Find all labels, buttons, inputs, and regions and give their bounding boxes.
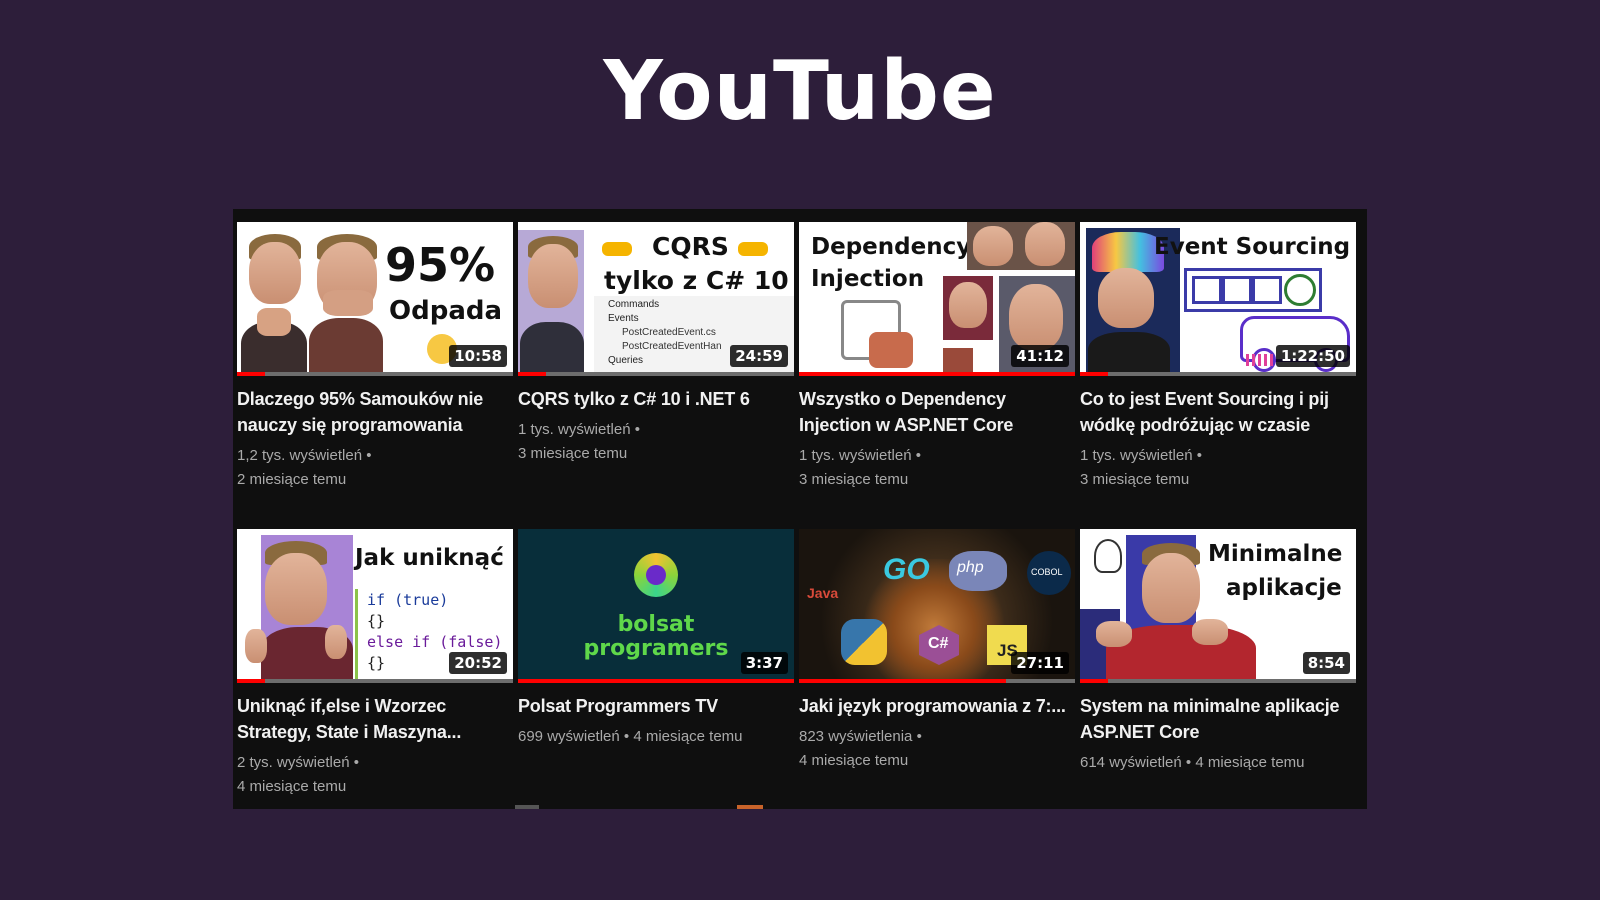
view-count: 1 tys. wyświetleń <box>1080 447 1193 464</box>
progress-bar <box>237 679 513 683</box>
video-thumbnail[interactable]: CQRS tylko z C# 10 Commands Events PostC… <box>518 222 794 376</box>
video-title[interactable]: Uniknąć if,else i Wzorzec Strategy, Stat… <box>237 693 513 745</box>
video-thumbnail[interactable]: Java GO php COBOL C# JS 27:11 <box>799 529 1075 683</box>
upload-age: 3 miesiące temu <box>799 471 909 488</box>
view-count: 1 tys. wyświetleń <box>799 447 912 464</box>
video-card[interactable]: Dependency Injection 41:12 Wszystko o De… <box>799 222 1075 492</box>
view-count: 2 tys. wyświetleń <box>237 754 350 771</box>
solution-tree: Commands Events PostCreatedEvent.cs Post… <box>608 299 722 366</box>
video-card[interactable]: 95% Odpada 10:58 Dlaczego 95% Samouków n… <box>237 222 513 492</box>
video-thumbnail[interactable]: bolsat programers 3:37 <box>518 529 794 683</box>
video-meta: 823 wyświetlenia • 4 miesiące temu <box>799 728 922 769</box>
video-title[interactable]: Dlaczego 95% Samouków nie nauczy się pro… <box>237 386 513 438</box>
video-duration: 20:52 <box>449 652 507 674</box>
video-thumbnail[interactable]: Dependency Injection 41:12 <box>799 222 1075 376</box>
channel-logo-text: bolsat <box>617 612 695 637</box>
video-duration: 1:22:50 <box>1275 345 1350 367</box>
video-title[interactable]: Jaki język programowania z 7:... <box>799 693 1075 719</box>
video-title[interactable]: CQRS tylko z C# 10 i .NET 6 <box>518 386 794 412</box>
video-card[interactable]: Event Sourcing 1:22:50 Co to jest Event … <box>1080 222 1356 492</box>
progress-bar <box>518 372 794 376</box>
upload-age: 4 miesiące temu <box>799 752 909 769</box>
progress-bar <box>1080 372 1356 376</box>
video-thumbnail[interactable]: Jak uniknąć if (true) {} else if (false)… <box>237 529 513 683</box>
video-meta: 699 wyświetleń • 4 miesiące temu <box>518 728 743 745</box>
video-thumbnail[interactable]: Event Sourcing 1:22:50 <box>1080 222 1356 376</box>
video-duration: 27:11 <box>1011 652 1069 674</box>
upload-age: 4 miesiące temu <box>1195 754 1305 771</box>
view-count: 1,2 tys. wyświetleń <box>237 447 363 464</box>
video-thumbnail[interactable]: Minimalne aplikacje 8:54 <box>1080 529 1356 683</box>
video-card[interactable]: Jak uniknąć if (true) {} else if (false)… <box>237 529 513 799</box>
video-meta: 1 tys. wyświetleń • 3 miesiące temu <box>1080 447 1202 488</box>
video-duration: 24:59 <box>730 345 788 367</box>
video-title[interactable]: Wszystko o Dependency Injection w ASP.NE… <box>799 386 1075 438</box>
video-meta: 1,2 tys. wyświetleń • 2 miesiące temu <box>237 447 372 488</box>
video-duration: 10:58 <box>449 345 507 367</box>
video-title[interactable]: Polsat Programmers TV <box>518 693 794 719</box>
video-meta: 1 tys. wyświetleń • 3 miesiące temu <box>518 421 640 462</box>
video-card[interactable]: Minimalne aplikacje 8:54 System na minim… <box>1080 529 1356 775</box>
progress-bar <box>518 679 794 683</box>
upload-age: 4 miesiące temu <box>633 728 743 745</box>
video-thumbnail[interactable]: 95% Odpada 10:58 <box>237 222 513 376</box>
progress-bar <box>799 679 1075 683</box>
video-meta: 1 tys. wyświetleń • 3 miesiące temu <box>799 447 921 488</box>
view-count: 699 wyświetleń <box>518 728 620 745</box>
upload-age: 4 miesiące temu <box>237 778 347 795</box>
video-title[interactable]: System na minimalne aplikacje ASP.NET Co… <box>1080 693 1356 745</box>
progress-bar <box>1080 679 1356 683</box>
view-count: 614 wyświetleń <box>1080 754 1182 771</box>
page-title: YouTube <box>603 44 997 139</box>
progress-bar <box>237 372 513 376</box>
video-grid: 95% Odpada 10:58 Dlaczego 95% Samouków n… <box>233 209 1367 809</box>
video-duration: 8:54 <box>1302 652 1350 674</box>
view-count: 823 wyświetlenia <box>799 728 913 745</box>
scroll-indicator <box>515 805 539 809</box>
video-duration: 3:37 <box>740 652 788 674</box>
video-meta: 2 tys. wyświetleń • 4 miesiące temu <box>237 754 359 795</box>
upload-age: 3 miesiące temu <box>1080 471 1190 488</box>
video-title[interactable]: Co to jest Event Sourcing i pij wódkę po… <box>1080 386 1356 438</box>
video-card[interactable]: bolsat programers 3:37 Polsat Programmer… <box>518 529 794 749</box>
video-card[interactable]: Java GO php COBOL C# JS 27:11 Jaki język… <box>799 529 1075 773</box>
progress-bar <box>799 372 1075 376</box>
view-count: 1 tys. wyświetleń <box>518 421 631 438</box>
video-card[interactable]: CQRS tylko z C# 10 Commands Events PostC… <box>518 222 794 466</box>
scroll-indicator-active <box>737 805 763 809</box>
upload-age: 2 miesiące temu <box>237 471 347 488</box>
video-duration: 41:12 <box>1011 345 1069 367</box>
video-meta: 614 wyświetleń • 4 miesiące temu <box>1080 754 1305 771</box>
upload-age: 3 miesiące temu <box>518 445 628 462</box>
